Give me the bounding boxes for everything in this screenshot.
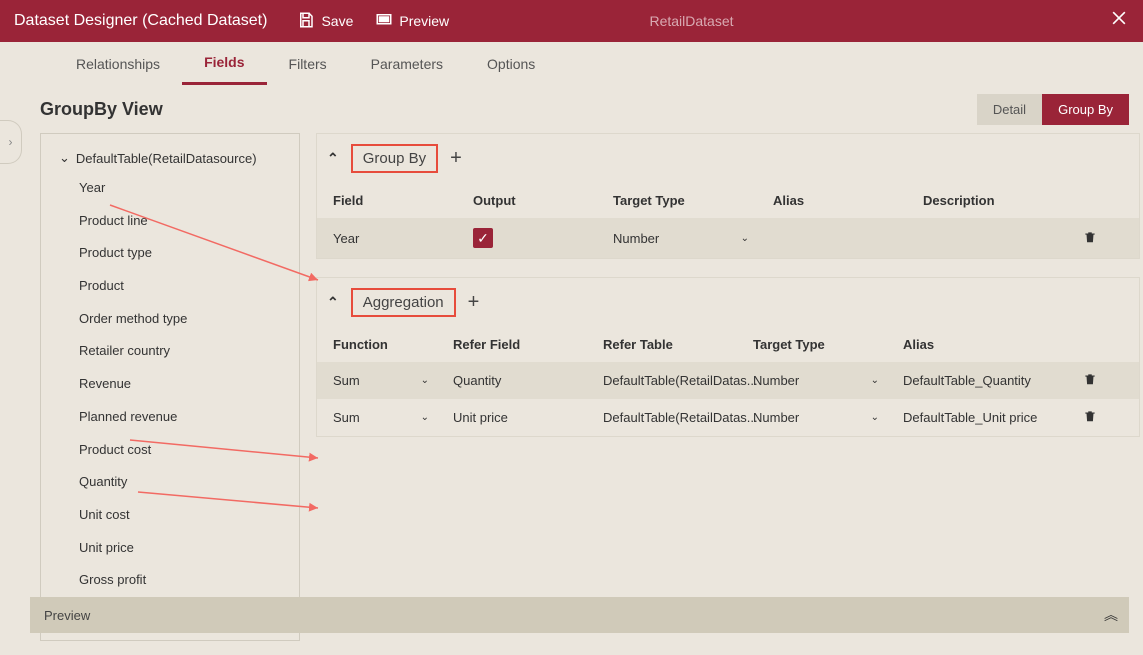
preview-button[interactable]: Preview [375, 11, 449, 32]
ag-refer-field: Quantity [453, 373, 603, 388]
chevron-down-icon: ⌄ [741, 233, 749, 244]
preview-label: Preview [399, 13, 449, 29]
tree-item-order-method-type[interactable]: Order method type [41, 303, 299, 336]
check-icon: ✓ [473, 228, 493, 248]
chevron-up-icon[interactable]: ⌃ [327, 294, 339, 311]
detail-toggle[interactable]: Detail [977, 94, 1042, 125]
close-button[interactable] [1109, 8, 1129, 31]
groupby-head: ⌃ Group By + [317, 138, 1139, 183]
ag-refer-table: DefaultTable(RetailDatas... [603, 410, 753, 425]
col-output: Output [473, 193, 613, 208]
content: ⌄ DefaultTable(RetailDatasource) Year Pr… [0, 133, 1143, 655]
expand-up-icon[interactable]: ︽ [1104, 605, 1115, 625]
preview-bar[interactable]: Preview ︽ [30, 597, 1129, 633]
trash-icon [1083, 411, 1097, 426]
groupby-row[interactable]: Year ✓ Number ⌄ [317, 218, 1139, 258]
chevron-down-icon: ⌄ [421, 375, 429, 386]
tree-item-year[interactable]: Year [41, 172, 299, 205]
trash-icon [1083, 232, 1097, 247]
tree-item-planned-revenue[interactable]: Planned revenue [41, 401, 299, 434]
gb-field: Year [333, 231, 473, 246]
tab-relationships[interactable]: Relationships [54, 44, 182, 84]
col-function: Function [333, 337, 453, 352]
tree-item-product-cost[interactable]: Product cost [41, 434, 299, 467]
app-title: Dataset Designer (Cached Dataset) [14, 12, 267, 30]
groupby-section: ⌃ Group By + Field Output Target Type Al… [316, 133, 1140, 259]
save-icon [297, 11, 315, 32]
expand-side-panel[interactable]: › [0, 120, 22, 164]
tree-item-unit-price[interactable]: Unit price [41, 532, 299, 565]
save-label: Save [321, 13, 353, 29]
trash-icon [1083, 374, 1097, 389]
chevron-down-icon: ⌄ [421, 412, 429, 423]
col-alias: Alias [773, 193, 923, 208]
groupby-title: Group By [351, 144, 438, 173]
main-panel: ⌃ Group By + Field Output Target Type Al… [316, 133, 1140, 641]
field-tree: ⌄ DefaultTable(RetailDatasource) Year Pr… [40, 133, 300, 641]
chevron-down-icon: ⌄ [871, 412, 879, 423]
close-icon [1109, 16, 1129, 31]
delete-aggregation-row[interactable] [1083, 372, 1123, 389]
col-refer-field: Refer Field [453, 337, 603, 352]
preview-bar-label: Preview [44, 608, 90, 623]
aggregation-title: Aggregation [351, 288, 456, 317]
tree-root-label: DefaultTable(RetailDatasource) [76, 151, 257, 166]
chevron-down-icon: ⌄ [59, 150, 70, 166]
col-field: Field [333, 193, 473, 208]
add-groupby-button[interactable]: + [450, 147, 462, 170]
tab-fields[interactable]: Fields [182, 42, 266, 85]
ag-function-select[interactable]: Sum ⌄ [333, 373, 453, 388]
aggregation-headers: Function Refer Field Refer Table Target … [317, 327, 1139, 362]
tree-item-product-line[interactable]: Product line [41, 205, 299, 238]
dataset-name: RetailDataset [649, 13, 733, 29]
tree-item-revenue[interactable]: Revenue [41, 368, 299, 401]
ag-target-type-select[interactable]: Number ⌄ [753, 373, 903, 388]
chevron-up-icon[interactable]: ⌃ [327, 150, 339, 167]
titlebar: Dataset Designer (Cached Dataset) Save P… [0, 0, 1143, 42]
tab-options[interactable]: Options [465, 44, 557, 84]
col-target-type: Target Type [613, 193, 773, 208]
add-aggregation-button[interactable]: + [468, 291, 480, 314]
gb-target-type-select[interactable]: Number ⌄ [613, 231, 773, 246]
gb-output-checkbox[interactable]: ✓ [473, 228, 613, 248]
groupby-headers: Field Output Target Type Alias Descripti… [317, 183, 1139, 218]
ag-alias[interactable]: DefaultTable_Quantity [903, 373, 1083, 388]
ag-target-type-select[interactable]: Number ⌄ [753, 410, 903, 425]
aggregation-row[interactable]: Sum ⌄ Unit price DefaultTable(RetailData… [317, 399, 1139, 436]
tree-item-retailer-country[interactable]: Retailer country [41, 335, 299, 368]
tree-root[interactable]: ⌄ DefaultTable(RetailDatasource) [41, 144, 299, 172]
delete-aggregation-row[interactable] [1083, 409, 1123, 426]
aggregation-section: ⌃ Aggregation + Function Refer Field Ref… [316, 277, 1140, 437]
tab-bar: Relationships Fields Filters Parameters … [0, 42, 1143, 86]
tree-item-unit-cost[interactable]: Unit cost [41, 499, 299, 532]
col-target-type: Target Type [753, 337, 903, 352]
ag-refer-table: DefaultTable(RetailDatas... [603, 373, 753, 388]
tab-parameters[interactable]: Parameters [349, 44, 465, 84]
tree-item-product[interactable]: Product [41, 270, 299, 303]
ag-refer-field: Unit price [453, 410, 603, 425]
tab-filters[interactable]: Filters [267, 44, 349, 84]
ag-function-select[interactable]: Sum ⌄ [333, 410, 453, 425]
col-description: Description [923, 193, 1083, 208]
chevron-down-icon: ⌄ [871, 375, 879, 386]
view-header: GroupBy View Detail Group By [0, 86, 1143, 133]
aggregation-row[interactable]: Sum ⌄ Quantity DefaultTable(RetailDatas.… [317, 362, 1139, 399]
chevron-right-icon: › [9, 135, 13, 149]
view-title: GroupBy View [40, 99, 163, 120]
view-toggle: Detail Group By [977, 94, 1129, 125]
groupby-toggle[interactable]: Group By [1042, 94, 1129, 125]
save-button[interactable]: Save [297, 11, 353, 32]
preview-icon [375, 11, 393, 32]
col-refer-table: Refer Table [603, 337, 753, 352]
delete-groupby-row[interactable] [1083, 230, 1123, 247]
aggregation-head: ⌃ Aggregation + [317, 282, 1139, 327]
col-alias: Alias [903, 337, 1083, 352]
tree-item-quantity[interactable]: Quantity [41, 466, 299, 499]
ag-alias[interactable]: DefaultTable_Unit price [903, 410, 1083, 425]
tree-item-product-type[interactable]: Product type [41, 237, 299, 270]
tree-item-gross-profit[interactable]: Gross profit [41, 564, 299, 597]
